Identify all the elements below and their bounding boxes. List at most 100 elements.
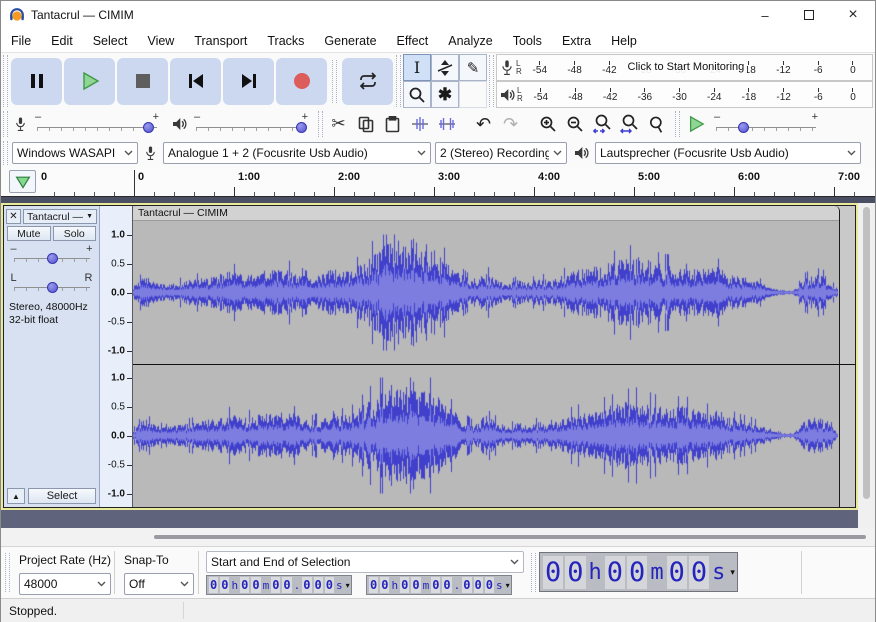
time-digit[interactable]: 0 <box>543 556 563 589</box>
menu-tools[interactable]: Tools <box>505 31 550 51</box>
time-digit[interactable]: 0 <box>271 577 280 593</box>
time-digit[interactable]: 0 <box>400 577 409 593</box>
fit-selection-button[interactable] <box>588 111 615 137</box>
playback-volume-thumb[interactable] <box>296 122 307 133</box>
menu-help[interactable]: Help <box>603 31 645 51</box>
vertical-scrollbar-thumb[interactable] <box>863 207 870 499</box>
time-unit[interactable]: h <box>588 559 603 586</box>
time-unit[interactable]: h <box>231 578 238 593</box>
menu-edit[interactable]: Edit <box>43 31 81 51</box>
menu-file[interactable]: File <box>3 31 39 51</box>
play-at-speed-button[interactable] <box>682 111 710 137</box>
playback-volume-slider[interactable]: – + <box>190 111 312 137</box>
track-select-button[interactable]: Select <box>28 488 96 504</box>
time-digit[interactable]: 0 <box>251 577 260 593</box>
record-button[interactable] <box>276 58 327 105</box>
mute-button[interactable]: Mute <box>7 226 51 241</box>
horizontal-scrollbar[interactable] <box>1 528 875 546</box>
time-digit[interactable]: 0 <box>431 577 440 593</box>
time-digit[interactable]: 0 <box>325 577 334 593</box>
menu-select[interactable]: Select <box>85 31 136 51</box>
multi-tool-button[interactable]: ✱ <box>431 81 459 108</box>
track-menu-button[interactable]: Tantacrul — ▼ <box>23 209 97 224</box>
skip-to-start-button[interactable] <box>170 58 221 105</box>
time-digit[interactable]: 0 <box>369 577 378 593</box>
zoom-in-button[interactable] <box>534 111 561 137</box>
recording-channels-select[interactable]: 2 (Stereo) Recording Chanı <box>435 142 567 164</box>
audio-position-display[interactable]: 00h00m00s▾ <box>539 552 738 592</box>
menu-extra[interactable]: Extra <box>554 31 599 51</box>
recording-volume-thumb[interactable] <box>143 122 154 133</box>
time-digit[interactable]: 0 <box>627 556 647 589</box>
track-gain-slider[interactable]: – + <box>8 244 96 268</box>
time-digit[interactable]: 0 <box>485 577 494 593</box>
time-unit[interactable]: h <box>391 578 398 593</box>
redo-button[interactable]: ↷ <box>497 111 524 137</box>
loop-grip[interactable] <box>332 60 337 103</box>
copy-button[interactable] <box>352 111 379 137</box>
close-button[interactable]: × <box>831 1 875 29</box>
pinned-play-head-button[interactable] <box>9 170 36 193</box>
time-format-arrow-icon[interactable]: ▾ <box>506 581 510 590</box>
silence-audio-button[interactable] <box>433 111 460 137</box>
project-rate-select[interactable]: 48000 <box>19 573 111 595</box>
menu-transport[interactable]: Transport <box>186 31 255 51</box>
play-speed-slider[interactable]: – + <box>710 111 822 137</box>
stop-button[interactable] <box>117 58 168 105</box>
mixer-toolbar-grip[interactable] <box>3 111 8 137</box>
fit-project-button[interactable] <box>615 111 642 137</box>
time-digit[interactable]: 0 <box>442 577 451 593</box>
zoom-out-button[interactable] <box>561 111 588 137</box>
recording-meter[interactable]: LR -54-48-42-36-30-24-18-12-60 Click to … <box>496 54 873 81</box>
time-unit[interactable]: s <box>336 578 343 593</box>
time-unit[interactable]: s <box>711 559 726 586</box>
audio-clip[interactable]: Tantacrul — CIMIM <box>133 206 840 507</box>
time-digit[interactable]: 0 <box>605 556 625 589</box>
menu-tracks[interactable]: Tracks <box>259 31 312 51</box>
time-format-arrow-icon[interactable]: ▾ <box>730 567 735 578</box>
time-format-arrow-icon[interactable]: ▾ <box>346 581 350 590</box>
time-digit[interactable]: 0 <box>314 577 323 593</box>
transport-toolbar-grip[interactable] <box>3 55 8 107</box>
cut-button[interactable]: ✂ <box>325 111 352 137</box>
tools-toolbar-grip[interactable] <box>396 55 401 107</box>
playback-meter[interactable]: LR -54-48-42-36-30-24-18-12-60 <box>496 81 873 108</box>
monitoring-hint[interactable]: Click to Start Monitoring <box>625 61 748 73</box>
time-digit[interactable]: 0 <box>302 577 311 593</box>
time-unit[interactable]: m <box>263 578 270 593</box>
track-pan-slider[interactable]: L R <box>8 273 96 297</box>
play-at-speed-grip[interactable] <box>675 111 680 137</box>
vertical-scale-ruler[interactable]: 1.00.50.0-0.5-1.01.00.50.0-0.5-1.0 <box>100 206 133 507</box>
time-digit[interactable]: 0 <box>474 577 483 593</box>
time-digit[interactable]: 0 <box>667 556 687 589</box>
menu-view[interactable]: View <box>139 31 182 51</box>
undo-button[interactable]: ↶ <box>470 111 497 137</box>
skip-to-end-button[interactable] <box>223 58 274 105</box>
time-digit[interactable]: 0 <box>565 556 585 589</box>
recording-volume-slider[interactable]: – + <box>31 111 163 137</box>
time-digit[interactable]: 0 <box>380 577 389 593</box>
zoom-tool-button[interactable] <box>403 81 431 108</box>
envelope-tool-button[interactable] <box>431 54 459 81</box>
time-unit[interactable]: . <box>454 578 461 593</box>
play-speed-thumb[interactable] <box>738 122 749 133</box>
selection-start-time[interactable]: 00h00m00.000s▾ <box>206 575 352 595</box>
time-toolbar-grip[interactable] <box>531 553 536 592</box>
selection-toolbar-grip[interactable] <box>5 553 10 592</box>
time-unit[interactable]: . <box>294 578 301 593</box>
recording-device-select[interactable]: Analogue 1 + 2 (Focusrite Usb Audio) <box>163 142 431 164</box>
play-button[interactable] <box>64 58 115 105</box>
snap-to-select[interactable]: Off <box>124 573 194 595</box>
zoom-toggle-button[interactable] <box>642 111 669 137</box>
timeline-ruler[interactable]: 0 01:002:003:004:005:006:007:00 <box>1 167 875 197</box>
pause-button[interactable] <box>11 58 62 105</box>
collapse-track-button[interactable]: ▲ <box>7 488 25 504</box>
device-toolbar-grip[interactable] <box>3 141 8 165</box>
time-digit[interactable]: 0 <box>209 577 218 593</box>
selection-tool-button[interactable]: I <box>403 54 431 81</box>
time-digit[interactable]: 0 <box>220 577 229 593</box>
time-digit[interactable]: 0 <box>240 577 249 593</box>
audio-host-select[interactable]: Windows WASAPI <box>12 142 138 164</box>
selection-end-time[interactable]: 00h00m00.000s▾ <box>366 575 512 595</box>
selection-mode-select[interactable]: Start and End of Selection <box>206 551 524 573</box>
